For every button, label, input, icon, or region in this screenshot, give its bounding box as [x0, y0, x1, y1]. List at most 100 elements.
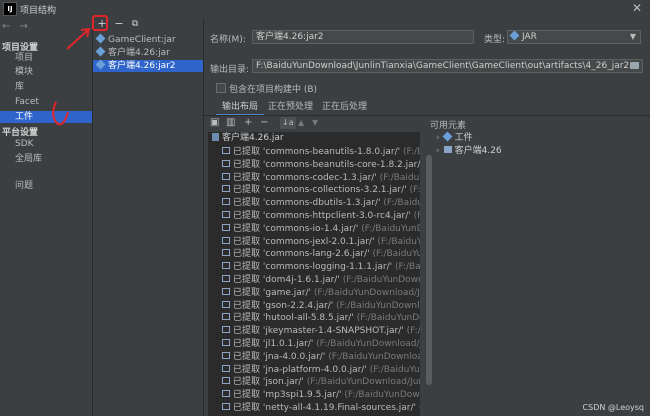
remove-artifact-button[interactable]: − [113, 18, 125, 30]
folder-add-icon[interactable]: ▣ [210, 117, 219, 129]
tab-postprocessing[interactable]: 正在后处理 [316, 100, 373, 114]
library-row[interactable]: 已提取 'commons-io-1.4.jar/' (F:/BaiduYunDo… [222, 223, 420, 236]
library-icon [222, 159, 230, 167]
library-icon [222, 351, 230, 359]
library-icon [222, 249, 230, 257]
folder-icon[interactable] [630, 62, 639, 69]
available-item-artifacts[interactable]: › 工件 [436, 131, 473, 144]
library-row[interactable]: 已提取 'commons-codec-1.3.jar/' (F:/BaiduYu… [222, 172, 420, 185]
copy-artifact-button[interactable]: ⧉ [129, 18, 141, 30]
library-row[interactable]: 已提取 'commons-lang-2.6.jar/' (F:/BaiduYun… [222, 248, 420, 261]
library-icon [222, 172, 230, 180]
library-icon [222, 326, 230, 334]
library-row[interactable]: 已提取 'hutool-all-5.8.5.jar/' (F:/BaiduYun… [222, 312, 420, 325]
artifact-icon [95, 46, 106, 57]
section-heading-platform-settings: 平台设置 [2, 128, 39, 138]
library-row[interactable]: 已提取 'commons-collections-3.2.1.jar/' (F:… [222, 184, 420, 197]
module-icon [443, 146, 452, 153]
layout-scrollbar[interactable] [426, 155, 432, 385]
library-row[interactable]: 已提取 'jna-platform-4.0.0.jar/' (F:/BaiduY… [222, 364, 420, 377]
library-icon [222, 262, 230, 270]
library-row[interactable]: 已提取 'commons-beanutils-1.8.0.jar/' (F:/B… [222, 146, 420, 159]
available-elements-label: 可用元素 [430, 121, 467, 131]
library-row[interactable]: 已提取 'commons-beanutils-core-1.8.2.jar/' … [222, 159, 420, 172]
sidebar-item-problems[interactable]: 问题 [0, 180, 92, 192]
annotation-check-mark [52, 101, 69, 126]
sort-icon[interactable]: ↓a [280, 117, 296, 129]
library-row[interactable]: 已提取 'jna-4.0.0.jar/' (F:/BaiduYunDownloa… [222, 351, 420, 364]
sidebar-item-project[interactable]: 项目 [0, 52, 92, 64]
library-row[interactable]: 已提取 'commons-logging-1.1.1.jar/' (F:/Bai… [222, 261, 420, 274]
tab-preprocessing[interactable]: 正在预处理 [262, 100, 319, 114]
sidebar-item-sdk[interactable]: SDK [0, 138, 92, 150]
available-item-module[interactable]: › 客户端4.26 [436, 145, 502, 157]
library-icon [222, 147, 230, 154]
chevron-right-icon: › [436, 146, 440, 156]
artifact-name-field[interactable]: 客户端4.26:jar2 [252, 30, 474, 44]
library-row[interactable]: 已提取 'commons-jexl-2.0.1.jar/' (F:/BaiduY… [222, 236, 420, 249]
sidebar-item-global-libraries[interactable]: 全局库 [0, 153, 92, 165]
library-icon [222, 300, 230, 308]
move-up-icon[interactable]: ▲ [298, 117, 304, 129]
tab-divider [204, 115, 650, 116]
move-down-icon[interactable]: ▼ [312, 117, 318, 129]
output-layout-tree: 客户端4.26.jar 已提取 'commons-beanutils-1.8.0… [208, 132, 420, 416]
artifact-item-client-jar2[interactable]: 客户端4.26:jar2 [93, 59, 203, 72]
close-icon[interactable]: ✕ [632, 1, 642, 15]
artifact-icon [95, 33, 106, 44]
artifacts-toolbar: + − ⧉ [93, 18, 203, 32]
library-icon [222, 236, 230, 244]
library-icon [222, 339, 230, 346]
library-row[interactable]: 已提取 'json.jar/' (F:/BaiduYunDownload/Jun… [222, 376, 420, 389]
library-row[interactable]: 已提取 'commons-dbutils-1.3.jar/' (F:/Baidu… [222, 197, 420, 210]
library-row[interactable]: 已提取 'gson-2.2.4.jar/' (F:/BaiduYunDownlo… [222, 300, 420, 313]
artifact-item-client-jar[interactable]: 客户端4.26:jar [93, 46, 203, 59]
library-icon [222, 313, 230, 321]
library-icon [222, 364, 230, 372]
library-icon [222, 377, 230, 385]
artifact-item-gameclient-jar[interactable]: GameClient:jar [93, 33, 203, 46]
library-icon [222, 390, 230, 398]
artifact-type-select[interactable]: JAR ▼ [507, 30, 641, 44]
archive-add-icon[interactable]: ▥ [226, 117, 235, 129]
library-row[interactable]: 已提取 'commons-httpclient-3.0-rc4.jar/' (F… [222, 210, 420, 223]
artifacts-panel: + − ⧉ GameClient:jar 客户端4.26:jar 客户端4.26… [93, 18, 204, 416]
library-row[interactable]: 已提取 'dom4j-1.6.1.jar/' (F:/BaiduYunDownl… [222, 274, 420, 287]
watermark: CSDN @Leoysq [582, 403, 644, 412]
library-row[interactable]: 已提取 'netty-all-4.1.19.Final-sources.jar/… [222, 402, 420, 415]
sidebar-item-facet[interactable]: Facet [0, 96, 92, 108]
tab-output-layout[interactable]: 输出布局 [216, 100, 265, 116]
chevron-right-icon: › [436, 133, 440, 143]
add-element-button[interactable]: + [244, 117, 252, 129]
sidebar-item-libraries[interactable]: 库 [0, 81, 92, 93]
library-icon [222, 287, 230, 295]
library-icon [222, 211, 230, 218]
sidebar-item-artifacts[interactable]: 工件 [0, 111, 92, 123]
annotation-highlight-box [92, 15, 108, 31]
output-directory-field[interactable]: F:\BaiduYunDownload\JunlinTianxia\GameCl… [252, 59, 643, 73]
library-row[interactable]: 已提取 'game.jar/' (F:/BaiduYunDownload/Jun… [222, 287, 420, 300]
library-icon [222, 403, 230, 410]
type-label: 类型: [484, 35, 506, 45]
output-dir-label: 输出目录: [210, 65, 250, 75]
jar-type-icon [509, 31, 520, 41]
window-title: 项目结构 [20, 6, 57, 16]
library-icon [222, 223, 230, 231]
library-row[interactable]: 已提取 'mp3spi1.9.5.jar/' (F:/BaiduYunDownl… [222, 389, 420, 402]
jar-icon [212, 132, 219, 141]
library-row[interactable]: 已提取 'jkeymaster-1.4-SNAPSHOT.jar/' (F:/B… [222, 325, 420, 338]
include-in-build-label: 包含在项目构建中 (B) [229, 85, 318, 95]
remove-element-button[interactable]: − [260, 117, 268, 129]
artifact-icon [442, 131, 453, 142]
library-row[interactable]: 已提取 'jl1.0.1.jar/' (F:/BaiduYunDownload/… [222, 338, 420, 351]
nav-back-forward[interactable]: ← → [2, 21, 31, 32]
annotation-arrow [66, 27, 91, 50]
include-in-build-checkbox[interactable] [216, 83, 226, 93]
name-label: 名称(M): [210, 35, 246, 45]
chevron-down-icon: ▼ [629, 32, 636, 41]
root-jar-node[interactable]: 客户端4.26.jar [212, 132, 284, 144]
library-icon [222, 198, 230, 206]
settings-sidebar: ← → 项目设置 项目 模块 库 Facet 工件 平台设置 SDK 全局库 问… [0, 18, 93, 416]
artifact-icon [95, 59, 106, 70]
sidebar-item-modules[interactable]: 模块 [0, 66, 92, 78]
